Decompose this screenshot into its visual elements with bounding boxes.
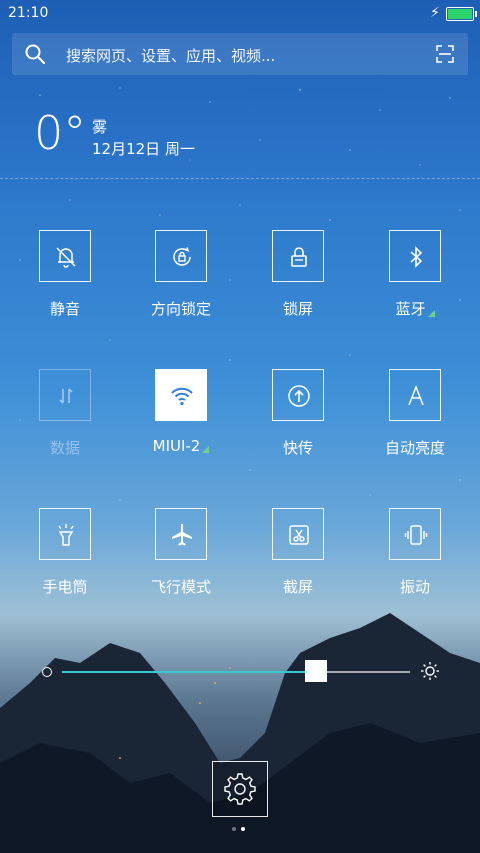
auto-brightness-icon [408, 384, 424, 406]
toggle-label: 自动亮度 [384, 439, 445, 457]
wifi-icon [171, 387, 193, 406]
toggle-label: 蓝牙 [375, 298, 455, 319]
toggle-label: 快传 [282, 439, 313, 457]
airplane-icon [172, 524, 192, 546]
weather-widget[interactable]: 0° 雾 12月12日 周一 [34, 106, 195, 160]
page-indicator [232, 827, 248, 833]
toggle-screenshot[interactable]: 截屏 [258, 508, 338, 618]
toggle-flashlight[interactable]: 手电筒 [25, 508, 105, 618]
brightness-low-icon [42, 667, 52, 677]
toggle-bluetooth-button[interactable] [389, 230, 441, 282]
toggle-wifi-button[interactable] [155, 369, 207, 421]
toggle-quick-share[interactable]: 快传 [258, 369, 338, 479]
mobile-data-icon [59, 388, 73, 404]
date-label: 12月12日 周一 [92, 140, 195, 158]
charging-icon: ⚡ [430, 5, 440, 21]
lock-icon [291, 247, 307, 267]
flashlight-icon [58, 524, 74, 546]
toggle-vibrate-button[interactable] [389, 508, 441, 560]
mountain-landscape [0, 613, 480, 853]
toggle-label: 截屏 [282, 578, 313, 596]
toggle-label: 锁屏 [282, 300, 313, 318]
gear-icon [224, 773, 256, 805]
page-dot [232, 827, 236, 831]
toggle-label: 振动 [399, 578, 430, 596]
status-bar: 21:10 ⚡ [0, 0, 480, 28]
vibrate-icon [404, 525, 428, 545]
temperature: 0° [34, 106, 87, 160]
share-upload-icon [288, 385, 310, 407]
toggle-rotation-lock[interactable]: 方向锁定 [141, 230, 221, 340]
toggle-airplane-mode-button[interactable] [155, 508, 207, 560]
toggle-label: 飞行模式 [150, 578, 211, 596]
toggle-wifi[interactable]: MIUI-2 [141, 369, 221, 479]
toggle-lock-screen-button[interactable] [272, 230, 324, 282]
toggle-flashlight-button[interactable] [39, 508, 91, 560]
divider [0, 178, 480, 179]
toggle-label: MIUI-2 [141, 437, 221, 455]
search-placeholder: 搜索网页、设置、应用、视频... [66, 47, 276, 65]
screenshot-icon [289, 525, 309, 545]
toggle-bluetooth[interactable]: 蓝牙 [375, 230, 455, 340]
bell-off-icon [56, 247, 76, 268]
brightness-slider[interactable] [40, 660, 440, 684]
toggle-label: 静音 [49, 300, 80, 318]
toggle-rotation-lock-button[interactable] [155, 230, 207, 282]
toggle-mobile-data-button[interactable] [39, 369, 91, 421]
toggle-mobile-data[interactable]: 数据 [25, 369, 105, 479]
settings-button[interactable] [212, 761, 268, 817]
battery-icon [446, 7, 477, 21]
toggle-airplane-mode[interactable]: 飞行模式 [141, 508, 221, 618]
search-icon [25, 44, 46, 65]
expand-indicator [427, 310, 435, 317]
toggle-label: 方向锁定 [150, 300, 211, 318]
page-dot-active [241, 827, 245, 831]
toggle-vibrate[interactable]: 振动 [375, 508, 455, 618]
weather-condition: 雾 [92, 118, 108, 136]
brightness-thumb[interactable] [305, 660, 328, 682]
toggle-auto-brightness[interactable]: 自动亮度 [375, 369, 455, 479]
brightness-fill [62, 671, 317, 673]
toggle-mute-button[interactable] [39, 230, 91, 282]
expand-indicator [202, 446, 210, 453]
search-bar[interactable]: 搜索网页、设置、应用、视频... [12, 33, 468, 75]
toggle-label: 数据 [49, 439, 80, 457]
brightness-high-icon [421, 662, 439, 680]
clock: 21:10 [8, 5, 49, 21]
scan-qr-icon[interactable] [436, 45, 454, 63]
toggle-lock-screen[interactable]: 锁屏 [258, 230, 338, 340]
toggle-screenshot-button[interactable] [272, 508, 324, 560]
toggle-auto-brightness-button[interactable] [389, 369, 441, 421]
bluetooth-icon [410, 246, 423, 268]
toggle-mute[interactable]: 静音 [25, 230, 105, 340]
toggle-quick-share-button[interactable] [272, 369, 324, 421]
rotation-lock-icon [173, 247, 191, 266]
toggle-label: 手电筒 [42, 578, 88, 596]
